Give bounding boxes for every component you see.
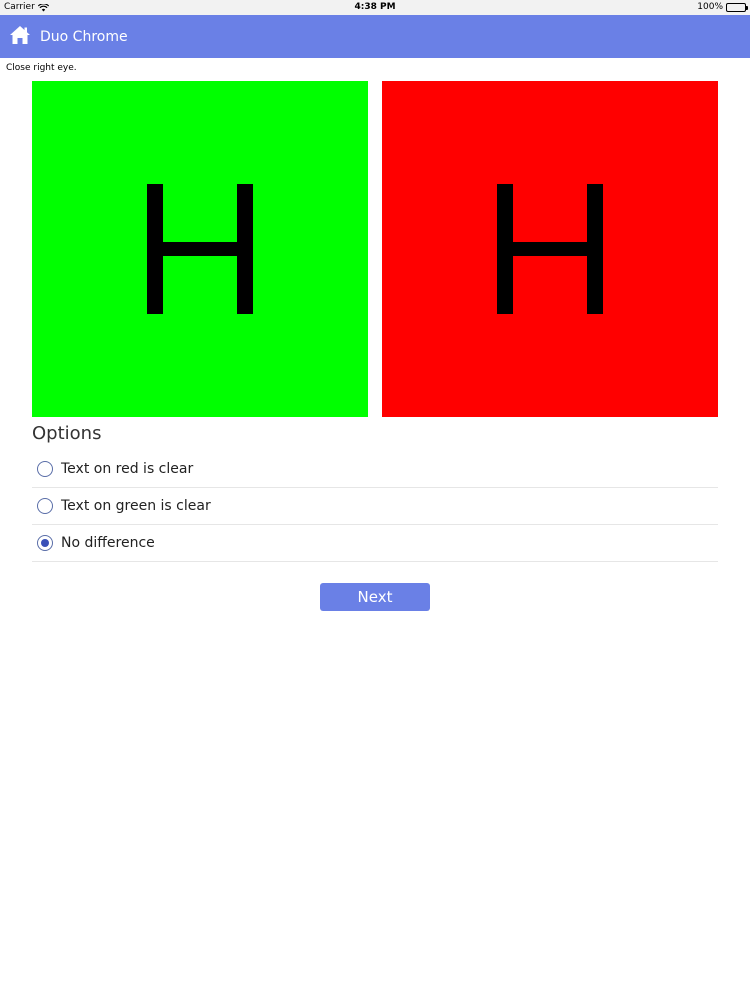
home-button[interactable] [9, 25, 31, 49]
nav-bar: Duo Chrome [0, 15, 750, 58]
battery-icon [726, 3, 748, 12]
options-list: Text on red is clear Text on green is cl… [32, 451, 718, 562]
status-bar: Carrier 4:38 PM 100% [0, 0, 750, 15]
home-icon [9, 25, 31, 49]
option-no-difference[interactable]: No difference [32, 525, 718, 562]
status-time: 4:38 PM [354, 2, 396, 12]
next-button[interactable]: Next [320, 583, 430, 611]
instruction-text: Close right eye. [6, 63, 77, 73]
red-panel-letter [497, 184, 603, 314]
option-label: No difference [61, 535, 155, 551]
option-label: Text on red is clear [61, 461, 194, 477]
options-title: Options [32, 423, 102, 444]
option-text-on-red[interactable]: Text on red is clear [32, 451, 718, 488]
radio-button[interactable] [37, 498, 53, 514]
green-panel [32, 81, 368, 417]
option-text-on-green[interactable]: Text on green is clear [32, 488, 718, 525]
radio-button-selected[interactable] [37, 535, 53, 551]
red-panel [382, 81, 718, 417]
page-title: Duo Chrome [40, 28, 128, 45]
battery-percent: 100% [697, 2, 723, 12]
status-right: 100% [697, 0, 748, 15]
radio-button[interactable] [37, 461, 53, 477]
green-panel-letter [147, 184, 253, 314]
option-label: Text on green is clear [61, 498, 211, 514]
